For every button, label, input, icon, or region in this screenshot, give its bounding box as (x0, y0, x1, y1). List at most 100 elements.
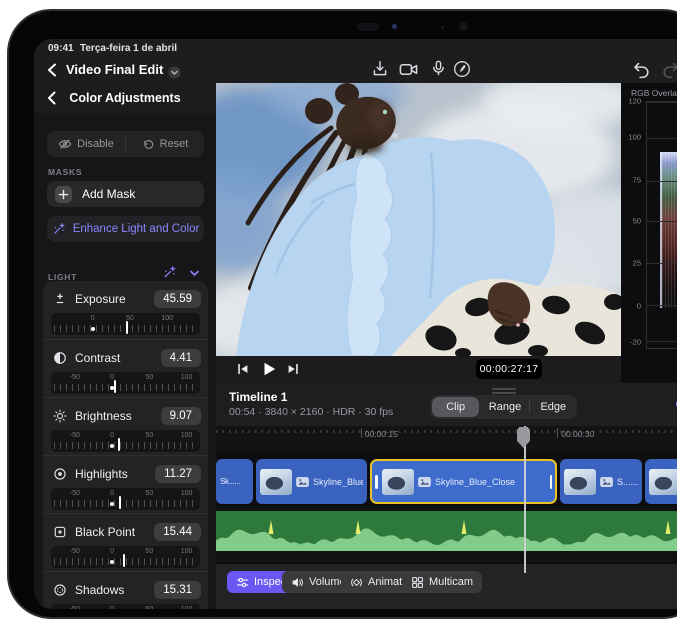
front-camera-ring (459, 22, 468, 31)
front-camera-lens (392, 24, 397, 29)
light-auto-wand-icon[interactable] (162, 265, 177, 280)
black-point-ruler-slider[interactable]: -50050100 (51, 546, 200, 568)
clip-thumbnail (260, 469, 292, 495)
scope-axis-labels: 1201007550250-20 (621, 101, 643, 349)
clip-label: Sk...... (220, 477, 240, 486)
video-viewer[interactable] (216, 83, 621, 356)
plus-icon (55, 186, 72, 203)
highlights-ruler-slider[interactable]: -50050100 (51, 488, 200, 510)
exposure-ruler-slider[interactable]: 050100 (51, 313, 200, 335)
slider-label: Exposure (75, 292, 154, 306)
grid-icon (411, 576, 424, 589)
mode-range[interactable]: Range (481, 395, 528, 419)
disable-label: Disable (77, 138, 114, 150)
mode-clip[interactable]: Clip (432, 397, 479, 417)
timecode-display[interactable]: 00:00:27:17 (476, 359, 542, 379)
chevron-down-icon[interactable] (168, 66, 181, 79)
timeline-footer-toolbar: Inspect Volume Animate Multicam (216, 563, 677, 609)
edit-mode-segmented-control: Clip Range Edge (430, 395, 577, 419)
panel-header: Color Adjustments (34, 83, 216, 113)
transport-bar: 00:00:27:17 (216, 356, 621, 383)
masks-section-label: MASKS (48, 167, 82, 177)
scope-waveform (660, 152, 677, 308)
slider-value[interactable]: 9.07 (161, 407, 201, 425)
exposure-slider-row: Exposure 45.59 050100 (43, 281, 208, 339)
contrast-ruler-slider[interactable]: -50050100 (51, 372, 200, 394)
slider-value[interactable]: 45.59 (154, 290, 201, 308)
slider-value[interactable]: 15.44 (154, 523, 201, 541)
add-mask-button[interactable]: Add Mask (47, 181, 204, 207)
clip-skyline-short[interactable]: S...... (560, 459, 642, 504)
slider-value[interactable]: 15.31 (154, 581, 201, 599)
scope-plot (646, 101, 677, 349)
timeline-info: 00:54 · 3840 × 2160 · HDR · 30 fps (229, 406, 393, 418)
ipad-device-frame: 09:41 Terça-feira 1 de abril Video Final… (7, 9, 677, 619)
multicam-button[interactable]: Multicam (402, 571, 482, 593)
sun-icon (53, 409, 67, 423)
trim-handle-left[interactable] (375, 475, 378, 489)
slider-value[interactable]: 11.27 (155, 465, 201, 483)
shadows-ruler-slider[interactable]: -50050100 (51, 604, 200, 609)
black-point-icon (53, 525, 67, 539)
timeline-ruler[interactable]: 00:00:1500:00:30 (216, 426, 677, 451)
clip-skyline-blue-close-selected[interactable]: Skyline_Blue_Close (370, 459, 557, 504)
project-title[interactable]: Video Final Edit (66, 62, 163, 77)
redo-icon[interactable] (661, 60, 677, 80)
pencil-circle-icon[interactable] (453, 60, 473, 80)
multicam-label: Multicam (429, 576, 473, 588)
disable-button[interactable]: Disable (47, 131, 125, 157)
contrast-icon (53, 351, 67, 365)
brightness-ruler-slider[interactable]: -50050100 (51, 430, 200, 452)
clip-label: S...... (617, 477, 638, 487)
shadows-icon (53, 583, 67, 597)
play-icon[interactable] (260, 360, 275, 375)
color-adjustments-panel: Color Adjustments Disable Reset MASKS A (34, 83, 216, 609)
shadows-slider-row: Shadows 15.31 -50050100 (43, 571, 208, 609)
clip-skyline-partial[interactable]: Sk...... (216, 459, 253, 504)
reset-label: Reset (160, 138, 189, 150)
speaker-icon (291, 576, 304, 589)
skip-forward-icon[interactable] (286, 362, 301, 377)
clips-track: Sk...... Skyline_Blue_Wide Skyline_Blue_… (216, 451, 677, 507)
magic-wand-icon (52, 222, 66, 236)
panel-title: Color Adjustments (34, 91, 216, 105)
disable-reset-bar: Disable Reset (47, 131, 204, 157)
slider-label: Highlights (75, 467, 155, 481)
black-point-slider-row: Black Point 15.44 -50050100 (43, 513, 208, 572)
timeline-header: Timeline 1 00:54 · 3840 × 2160 · HDR · 3… (216, 383, 677, 427)
clip-skyline-blue-wide[interactable]: Skyline_Blue_Wide (256, 459, 367, 504)
media-icon (296, 477, 309, 487)
timeline-section: Timeline 1 00:54 · 3840 × 2160 · HDR · 3… (216, 383, 677, 609)
status-bar: 09:41 Terça-feira 1 de abril (34, 39, 677, 57)
mode-edge[interactable]: Edge (530, 395, 577, 419)
reset-icon (142, 138, 155, 151)
audio-track[interactable] (216, 511, 677, 551)
app-screen: 09:41 Terça-feira 1 de abril Video Final… (34, 39, 677, 609)
front-camera-module (357, 23, 379, 31)
highlights-slider-row: Highlights 11.27 -50050100 (43, 455, 208, 514)
sliders-icon (236, 576, 249, 589)
skip-back-icon[interactable] (236, 362, 251, 377)
clip-edge-partial[interactable] (645, 459, 677, 504)
media-icon (418, 477, 431, 487)
reset-button[interactable]: Reset (126, 131, 204, 157)
slider-label: Brightness (75, 409, 161, 423)
trim-handle-right[interactable] (550, 475, 553, 489)
microphone-icon[interactable] (430, 60, 450, 80)
slider-label: Black Point (75, 525, 154, 539)
media-icon (600, 477, 613, 487)
camera-icon[interactable] (399, 60, 419, 80)
playhead-line[interactable] (524, 426, 526, 573)
enhance-label: Enhance Light and Color (73, 223, 200, 235)
clip-label: Skyline_Blue_Wide (313, 477, 363, 487)
enhance-light-color-button[interactable]: Enhance Light and Color (47, 216, 204, 242)
light-collapse-chevron-icon[interactable] (188, 267, 201, 280)
back-chevron-icon[interactable] (46, 63, 58, 77)
undo-icon[interactable] (632, 60, 652, 80)
status-date: Terça-feira 1 de abril (80, 43, 177, 54)
animate-diamond-icon (350, 576, 363, 589)
brightness-slider-row: Brightness 9.07 -50050100 (43, 397, 208, 456)
slider-value[interactable]: 4.41 (161, 349, 201, 367)
import-icon[interactable] (371, 60, 391, 80)
slider-label: Contrast (75, 351, 161, 365)
